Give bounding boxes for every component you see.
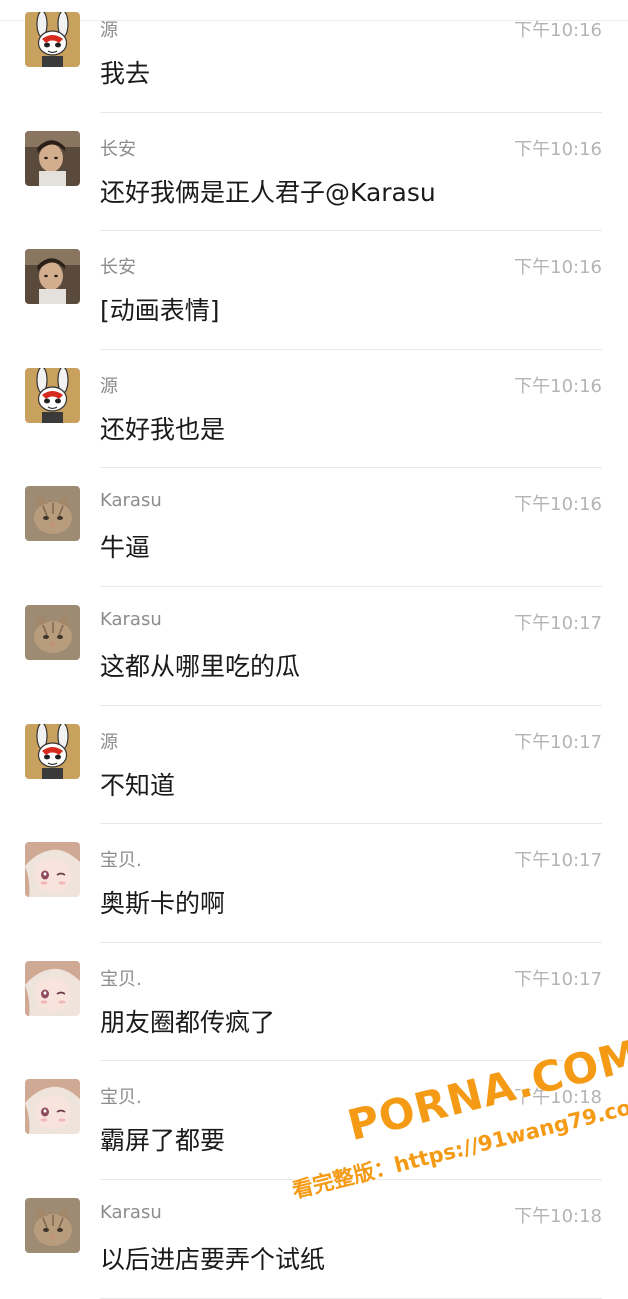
sender-name: 源 [100,731,118,753]
message-time: 下午10:16 [514,494,602,516]
message-row[interactable]: 源 下午10:17 不知道 [0,706,628,825]
rabbit-mascot-avatar[interactable] [25,12,80,67]
message-time: 下午10:16 [514,138,602,160]
message-time: 下午10:17 [514,612,602,634]
message-text: 牛逼 [100,533,151,563]
message-text: 朋友圈都传疯了 [100,1007,276,1037]
cat-avatar[interactable] [25,486,80,542]
message-row[interactable]: 长安 下午10:16 [动画表情] [0,231,628,350]
message-row[interactable]: 源 下午10:16 我去 [0,0,628,113]
person-selfie-avatar[interactable] [25,130,80,186]
message-text: 我去 [100,59,151,88]
anime-girl-avatar[interactable] [25,1079,80,1135]
sender-name: 源 [100,375,118,397]
sender-name: 宝贝. [100,850,142,872]
message-time: 下午10:16 [514,20,602,41]
message-time: 下午10:16 [514,257,602,279]
sender-name: 长安 [100,138,136,160]
person-selfie-avatar[interactable] [25,249,80,305]
cat-avatar[interactable] [25,604,80,660]
message-row[interactable]: 宝贝. 下午10:18 霸屏了都要 [0,1061,628,1180]
message-text: 还好我也是 [100,414,226,444]
message-row[interactable]: 长安 下午10:16 还好我俩是正人君子@Karasu [0,113,628,232]
cat-avatar[interactable] [25,1197,80,1253]
sender-name: Karasu [100,608,162,630]
sender-name: 长安 [100,257,136,279]
message-list[interactable]: 源下午10:16 我去 长安 下午10:16 还好我俩是正人君子@Karasu 长安 下午1… [0,0,628,1299]
message-text: 这都从哪里吃的瓜 [100,651,301,681]
message-row[interactable]: 源 下午10:16 还好我也是 [0,350,628,469]
message-time: 下午10:17 [514,968,602,990]
anime-girl-avatar[interactable] [25,842,80,898]
anime-girl-avatar[interactable] [25,960,80,1016]
divider [100,1297,602,1299]
message-text: 不知道 [100,770,176,800]
message-time: 下午10:18 [514,1087,602,1109]
sender-name: 宝贝. [100,1087,142,1109]
message-row[interactable]: 宝贝. 下午10:17 奥斯卡的啊 [0,824,628,943]
message-text: 以后进店要弄个试纸 [100,1244,326,1274]
rabbit-mascot-avatar[interactable] [25,367,80,423]
message-text: 奥斯卡的啊 [100,889,226,919]
message-row[interactable]: 宝贝. 下午10:17 朋友圈都传疯了 [0,943,628,1062]
sender-name: Karasu [100,1201,162,1223]
message-text: [动画表情] [100,296,220,326]
sender-name: Karasu [100,490,162,512]
message-row[interactable]: Karasu 下午10:18 以后进店要弄个试纸 [0,1180,628,1299]
message-time: 下午10:18 [514,1205,602,1227]
message-text: 霸屏了都要 [100,1126,226,1156]
rabbit-mascot-avatar[interactable] [25,723,80,779]
message-time: 下午10:17 [514,731,602,753]
message-row[interactable]: Karasu 下午10:17 这都从哪里吃的瓜 [0,587,628,706]
sender-name: 宝贝. [100,968,142,990]
message-text: 还好我俩是正人君子@Karasu [100,177,436,207]
message-time: 下午10:16 [514,375,602,397]
sender-name: 源 [100,20,118,41]
message-time: 下午10:17 [514,850,602,872]
message-row[interactable]: Karasu 下午10:16 牛逼 [0,468,628,587]
